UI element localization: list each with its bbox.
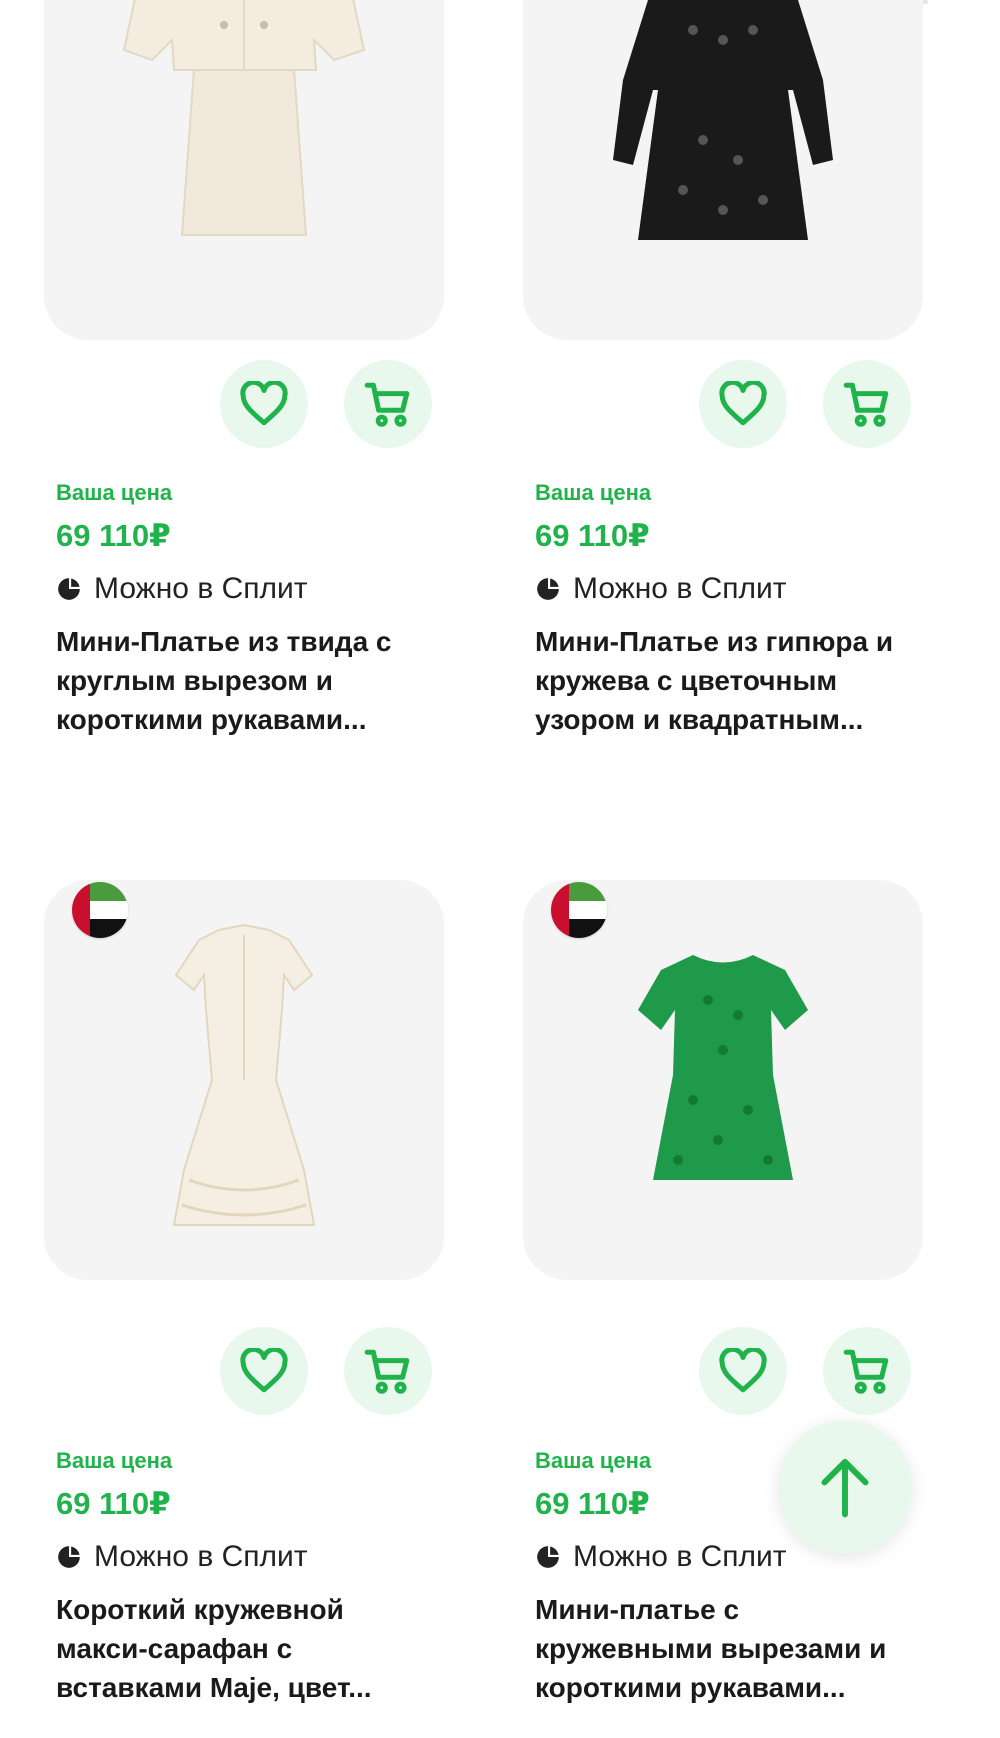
heart-icon <box>719 1348 767 1393</box>
product-title[interactable]: Мини-Платье из твида с круглым вырезом и… <box>56 622 436 739</box>
price-label: Ваша цена <box>535 1448 652 1473</box>
favorite-button[interactable] <box>220 360 308 448</box>
split-badge: Можно в Сплит <box>56 1540 308 1574</box>
price: 69 110₽ <box>56 1486 171 1521</box>
add-to-cart-button[interactable] <box>344 360 432 448</box>
split-badge: Можно в Сплит <box>535 572 787 606</box>
price-label: Ваша цена <box>56 480 173 505</box>
split-icon <box>58 1546 80 1568</box>
cart-icon <box>843 1349 889 1394</box>
split-icon <box>58 578 80 600</box>
price: 69 110₽ <box>535 1486 650 1521</box>
favorite-button[interactable] <box>699 1327 787 1415</box>
split-badge: Можно в Сплит <box>56 572 308 606</box>
cart-icon <box>843 382 889 427</box>
split-text: Можно в Сплит <box>573 572 787 605</box>
product-title[interactable]: Короткий кружевной макси-сарафан с встав… <box>56 1590 436 1707</box>
white-maxi-dress-image <box>172 923 316 1226</box>
product-image[interactable] <box>44 880 444 1280</box>
add-to-cart-button[interactable] <box>344 1327 432 1415</box>
product-image[interactable] <box>44 0 444 340</box>
heart-icon <box>240 1348 288 1393</box>
green-lace-dress-image <box>638 955 808 1180</box>
uae-flag <box>551 882 607 938</box>
product-title[interactable]: Мини-платье с кружевными вырезами и коро… <box>535 1590 915 1707</box>
split-icon <box>537 578 559 600</box>
black-lace-dress-image <box>613 0 833 240</box>
product-image[interactable] <box>523 880 923 1280</box>
price: 69 110₽ <box>535 518 650 553</box>
uae-flag <box>72 882 128 938</box>
split-icon <box>537 1546 559 1568</box>
scroll-to-top-button[interactable] <box>778 1420 912 1554</box>
favorite-button[interactable] <box>220 1327 308 1415</box>
split-text: Можно в Сплит <box>94 1540 308 1573</box>
add-to-cart-button[interactable] <box>823 1327 911 1415</box>
cart-icon <box>364 382 410 427</box>
tweed-dress-image <box>122 0 366 236</box>
price-label: Ваша цена <box>56 1448 173 1473</box>
split-text: Можно в Сплит <box>94 572 308 605</box>
split-text: Можно в Сплит <box>573 1540 787 1573</box>
split-badge: Можно в Сплит <box>535 1540 787 1574</box>
add-to-cart-button[interactable] <box>823 360 911 448</box>
favorite-button[interactable] <box>699 360 787 448</box>
arrow-up-icon <box>821 1458 869 1518</box>
price-label: Ваша цена <box>535 480 652 505</box>
heart-icon <box>719 381 767 426</box>
cart-icon <box>364 1349 410 1394</box>
price: 69 110₽ <box>56 518 171 553</box>
product-image[interactable] <box>523 0 923 340</box>
heart-icon <box>240 381 288 426</box>
product-title[interactable]: Мини-Платье из гипюра и кружева с цветоч… <box>535 622 915 739</box>
